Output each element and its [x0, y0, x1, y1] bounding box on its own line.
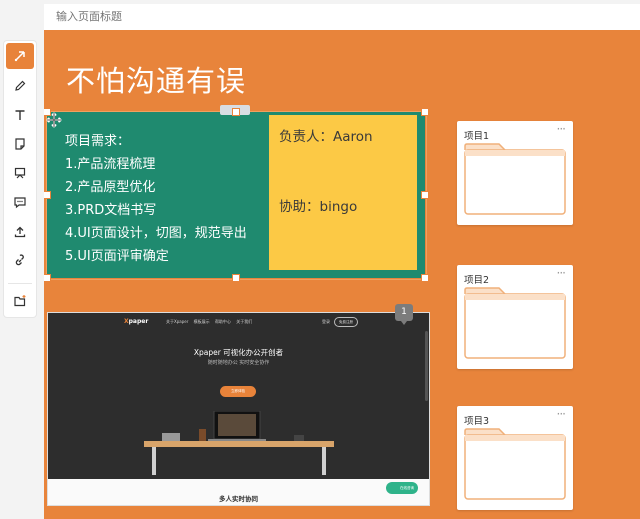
- more-icon[interactable]: ···: [557, 122, 567, 136]
- resize-handle[interactable]: [421, 108, 429, 116]
- sticky-note-icon: [15, 138, 25, 150]
- resize-handle[interactable]: [232, 274, 240, 282]
- toolbar-divider: [8, 283, 32, 284]
- new-folder-icon: [14, 295, 26, 307]
- folder-card[interactable]: 项目3 ···: [457, 406, 573, 510]
- screenshot-nav-link: 帮助中心: [214, 319, 231, 324]
- text-icon: [15, 110, 25, 120]
- text-tool[interactable]: [6, 102, 34, 128]
- more-icon[interactable]: ···: [557, 407, 567, 421]
- folder-icon: [464, 428, 566, 500]
- website-screenshot-card[interactable]: Xpaper 关于Xpaper 模板展示 帮助中心 关于我们 登录 免费注册 X…: [47, 312, 430, 506]
- folder-icon: [464, 287, 566, 359]
- move-cursor-icon: [46, 112, 62, 128]
- screenshot-subheading: 随时随地办公 实时安全协作: [207, 360, 270, 366]
- screenshot-nav-links: 关于Xpaper 模板展示 帮助中心 关于我们: [166, 319, 252, 325]
- board-title: 不怕沟通有误: [66, 64, 247, 98]
- comment-icon: [14, 197, 26, 209]
- page-title-bar: [44, 4, 640, 30]
- folder-label: 项目2: [464, 275, 490, 286]
- pen-tool[interactable]: [6, 73, 34, 99]
- screenshot-scrollbar: [425, 331, 428, 401]
- comment-count-badge[interactable]: 1: [395, 304, 413, 325]
- screenshot-nav: Xpaper 关于Xpaper 模板展示 帮助中心 关于我们 登录 免费注册: [48, 313, 429, 331]
- folder-card[interactable]: 项目1 ···: [457, 121, 573, 225]
- upload-tool[interactable]: [6, 219, 34, 245]
- screenshot-nav-link: 关于我们: [236, 319, 253, 324]
- resize-handle[interactable]: [44, 191, 51, 199]
- folder-card[interactable]: 项目2 ···: [457, 265, 573, 369]
- screenshot-heading: Xpaper 可视化办公开创者: [193, 348, 284, 357]
- folder-icon: [464, 143, 566, 215]
- comment-tool[interactable]: [6, 189, 34, 215]
- link-icon: [15, 254, 24, 266]
- left-toolbar: [3, 40, 37, 318]
- resize-handle[interactable]: [421, 191, 429, 199]
- resize-handle[interactable]: [44, 274, 51, 282]
- screenshot-logo: Xpaper: [124, 318, 149, 325]
- screenshot-desk-illustration: [144, 411, 334, 475]
- screenshot-nav-link: 模板展示: [193, 319, 210, 324]
- upload-icon: [14, 226, 26, 238]
- board-tool[interactable]: [6, 160, 34, 186]
- sticky-note-tool[interactable]: [6, 131, 34, 157]
- whiteboard-canvas[interactable]: 不怕沟通有误 项目需求： 1.产品流程梳理 2.产品原型优化 3.PRD文档书写…: [44, 30, 640, 519]
- page-title-input[interactable]: [56, 4, 456, 30]
- screenshot-bottom-heading: 多人实时协同: [219, 495, 258, 503]
- pen-icon: [15, 80, 26, 91]
- screenshot-chat-button: 在线咨询: [386, 482, 418, 494]
- resize-handle[interactable]: [421, 274, 429, 282]
- link-tool[interactable]: [6, 248, 34, 274]
- pointer-icon: [14, 51, 25, 62]
- folder-label: 项目3: [464, 416, 490, 427]
- screenshot-cta: 立即体验: [220, 386, 256, 397]
- resize-handle[interactable]: [232, 108, 240, 116]
- screenshot-nav-link: 关于Xpaper: [166, 319, 189, 324]
- select-tool[interactable]: [6, 43, 34, 69]
- more-icon[interactable]: ···: [557, 266, 567, 280]
- screenshot-bottom-section: 多人实时协同: [48, 479, 429, 505]
- board-icon: [14, 167, 26, 179]
- selection-box: [46, 111, 427, 280]
- screenshot-register: 免费注册: [334, 317, 358, 327]
- new-folder-tool[interactable]: [6, 288, 34, 314]
- folder-label: 项目1: [464, 131, 490, 142]
- screenshot-login: 登录: [322, 319, 330, 324]
